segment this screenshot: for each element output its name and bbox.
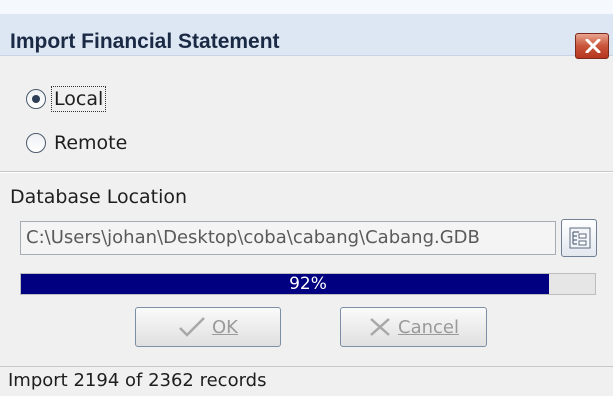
radio-local[interactable]: Local bbox=[26, 85, 107, 113]
import-progress-bar: 92% bbox=[20, 273, 596, 295]
radio-remote-label[interactable]: Remote bbox=[52, 131, 129, 155]
database-path-field[interactable]: C:\Users\johan\Desktop\coba\cabang\Caban… bbox=[20, 221, 556, 255]
status-text: Import 2194 of 2362 records bbox=[8, 370, 267, 391]
status-bar-separator bbox=[0, 366, 613, 367]
database-location-label: Database Location bbox=[10, 186, 188, 208]
checkmark-icon bbox=[179, 317, 205, 337]
section-divider bbox=[0, 171, 613, 173]
title-bar: Import Financial Statement bbox=[0, 0, 613, 59]
browse-button[interactable] bbox=[561, 219, 597, 257]
window-title: Import Financial Statement bbox=[10, 30, 280, 53]
ok-button[interactable]: OK bbox=[135, 307, 281, 347]
x-icon bbox=[370, 318, 390, 336]
close-icon bbox=[585, 39, 601, 53]
radio-selected-dot bbox=[32, 95, 40, 103]
radio-remote[interactable]: Remote bbox=[26, 129, 129, 157]
ok-button-label: OK bbox=[212, 316, 238, 338]
cancel-button[interactable]: Cancel bbox=[340, 307, 487, 347]
browse-folder-icon bbox=[569, 227, 591, 249]
radio-remote-button[interactable] bbox=[26, 133, 46, 153]
radio-local-label[interactable]: Local bbox=[50, 86, 107, 112]
radio-local-button[interactable] bbox=[26, 89, 46, 109]
progress-percent: 92% bbox=[289, 274, 327, 294]
cancel-button-label: Cancel bbox=[398, 316, 459, 338]
close-button[interactable] bbox=[575, 33, 609, 59]
